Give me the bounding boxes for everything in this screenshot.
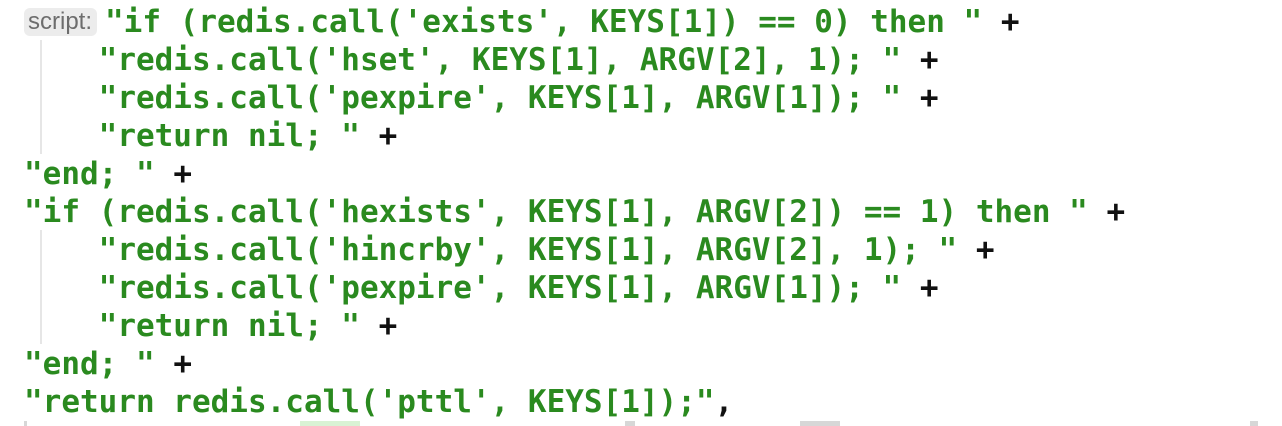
code-operator: + xyxy=(1087,194,1126,230)
code-string: "redis.call('pexpire', KEYS[1], ARGV[1])… xyxy=(24,80,902,116)
code-string: "if (redis.call('exists', KEYS[1]) == 0)… xyxy=(105,4,983,40)
parameter-hint: script: xyxy=(24,8,98,36)
code-operator: + xyxy=(154,346,192,382)
code-string: "redis.call('hset', KEYS[1], ARGV[2], 1)… xyxy=(24,42,902,78)
code-string: "if (redis.call('hexists', KEYS[1], ARGV… xyxy=(24,194,1088,230)
cropped-line-fragment xyxy=(24,421,27,426)
code-line[interactable]: "redis.call('hset', KEYS[1], ARGV[2], 1)… xyxy=(24,41,939,79)
code-operator: + xyxy=(359,118,398,154)
code-operator: + xyxy=(901,270,939,306)
cropped-line-fragment xyxy=(1250,421,1258,426)
code-line[interactable]: "return nil; " + xyxy=(24,117,398,155)
code-string: "redis.call('hincrby', KEYS[1], ARGV[2],… xyxy=(24,232,958,268)
code-string: "end; " xyxy=(24,156,155,192)
code-line[interactable]: "redis.call('hincrby', KEYS[1], ARGV[2],… xyxy=(24,231,995,269)
code-operator: + xyxy=(901,80,939,116)
code-line[interactable]: "end; " + xyxy=(24,345,192,383)
code-line[interactable]: "if (redis.call('hexists', KEYS[1], ARGV… xyxy=(24,193,1125,231)
code-line[interactable]: "end; " + xyxy=(24,155,192,193)
code-string: "return nil; " xyxy=(24,118,360,154)
code-operator: + xyxy=(359,308,398,344)
code-line[interactable]: "redis.call('pexpire', KEYS[1], ARGV[1])… xyxy=(24,79,939,117)
code-line[interactable]: "return nil; " + xyxy=(24,307,398,345)
cropped-line-fragment xyxy=(625,421,635,426)
code-line[interactable]: "redis.call('pexpire', KEYS[1], ARGV[1])… xyxy=(24,269,939,307)
code-operator: + xyxy=(154,156,192,192)
code-string: "return redis.call('pttl', KEYS[1]);" xyxy=(24,384,715,420)
code-editor[interactable]: script: "if (redis.call('exists', KEYS[1]… xyxy=(0,0,1282,426)
code-string: "end; " xyxy=(24,346,155,382)
code-string: "redis.call('pexpire', KEYS[1], ARGV[1])… xyxy=(24,270,902,306)
cropped-line-fragment xyxy=(800,421,840,426)
code-operator: + xyxy=(901,42,939,78)
code-line[interactable]: script: "if (redis.call('exists', KEYS[1]… xyxy=(24,3,1020,41)
code-line[interactable]: "return redis.call('pttl', KEYS[1]);", xyxy=(24,383,733,421)
code-operator: , xyxy=(714,384,734,420)
code-operator: + xyxy=(957,232,995,268)
code-string: "return nil; " xyxy=(24,308,360,344)
code-operator: + xyxy=(982,4,1020,40)
cropped-line-fragment xyxy=(300,421,360,426)
